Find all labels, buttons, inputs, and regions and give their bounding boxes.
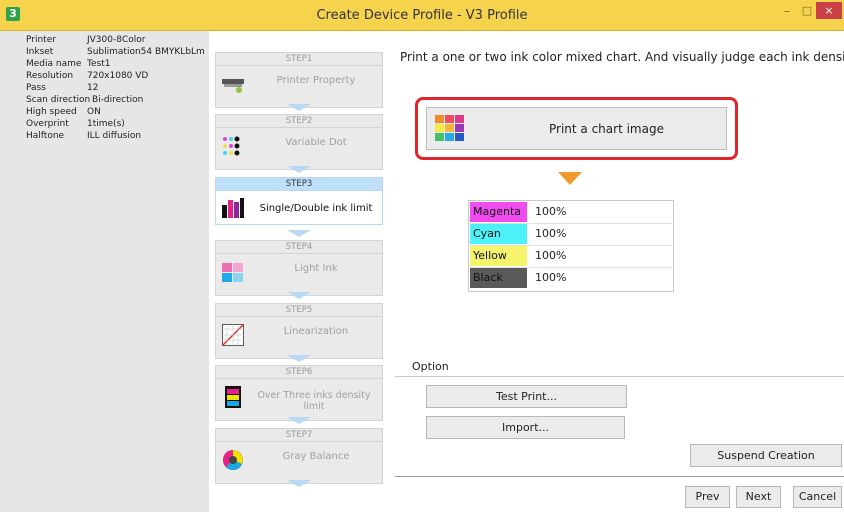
step-over-three-inks-density-limit[interactable]: STEP6 Over Three inks density limit bbox=[215, 365, 383, 421]
printer-icon bbox=[222, 79, 244, 93]
gray-balance-icon bbox=[223, 450, 243, 470]
maximize-button[interactable]: □ bbox=[798, 4, 816, 18]
info-value: 1time(s) bbox=[87, 119, 125, 129]
linearization-icon bbox=[222, 324, 244, 346]
step-label: Single/Double ink limit bbox=[259, 203, 373, 214]
ink-row-yellow: Yellow 100% bbox=[469, 245, 673, 268]
next-button[interactable]: Next bbox=[736, 486, 781, 508]
info-key: Overprint bbox=[26, 119, 69, 129]
ink-value: 100% bbox=[535, 227, 567, 240]
step-header: STEP2 bbox=[216, 115, 382, 128]
step-label: Over Three inks density limit bbox=[257, 390, 371, 412]
cancel-button[interactable]: Cancel bbox=[793, 486, 842, 508]
step-single-double-ink-limit[interactable]: STEP3 Single/Double ink limit bbox=[215, 177, 383, 225]
info-value: JV300-8Color bbox=[87, 35, 146, 45]
step-gray-balance[interactable]: STEP7 Gray Balance bbox=[215, 428, 383, 484]
option-label: Option bbox=[412, 360, 449, 373]
step-arrow-icon bbox=[287, 355, 311, 362]
ink-value: 100% bbox=[535, 271, 567, 284]
step-label: Printer Property bbox=[276, 75, 356, 86]
ink-row-cyan: Cyan 100% bbox=[469, 223, 673, 246]
option-divider bbox=[395, 376, 844, 377]
step-arrow-icon bbox=[287, 230, 311, 237]
ink-name: Black bbox=[470, 268, 527, 288]
step-header: STEP3 bbox=[216, 178, 382, 191]
print-chart-image-label: Print a chart image bbox=[549, 122, 664, 136]
info-key: Media name bbox=[26, 59, 82, 69]
step-header: STEP6 bbox=[216, 366, 382, 379]
ink-name: Yellow bbox=[470, 246, 527, 266]
info-value: 12 bbox=[87, 83, 99, 93]
ink-name: Cyan bbox=[470, 224, 527, 244]
step-header: STEP1 bbox=[216, 53, 382, 66]
test-print-button[interactable]: Test Print... bbox=[426, 385, 627, 408]
ink-row-magenta: Magenta 100% bbox=[469, 201, 673, 224]
ink-row-black: Black 100% bbox=[469, 267, 673, 289]
ink-value: 100% bbox=[535, 205, 567, 218]
window-title: Create Device Profile - V3 Profile bbox=[316, 8, 528, 23]
info-key: Resolution bbox=[26, 71, 74, 81]
info-key: Halftone bbox=[26, 131, 65, 141]
step-arrow-icon bbox=[287, 417, 311, 424]
info-value: Sublimation54 BMYKLbLm bbox=[87, 47, 205, 57]
ink-value: 100% bbox=[535, 249, 567, 262]
info-key: Inkset bbox=[26, 47, 54, 57]
step-arrow-icon bbox=[287, 480, 311, 487]
prev-button[interactable]: Prev bbox=[685, 486, 730, 508]
density-icon bbox=[225, 386, 241, 408]
dots-icon bbox=[223, 136, 240, 156]
step-header: STEP5 bbox=[216, 304, 382, 317]
info-key: High speed bbox=[26, 107, 77, 117]
info-panel: Printer JV300-8Color Inkset Sublimation5… bbox=[10, 31, 209, 512]
footer-divider bbox=[395, 476, 844, 477]
step-header: STEP7 bbox=[216, 429, 382, 442]
title-bar: 3 Create Device Profile - V3 Profile – □… bbox=[0, 0, 844, 31]
step-label: Light Ink bbox=[294, 263, 338, 274]
info-value: ON bbox=[87, 107, 101, 117]
print-chart-image-button[interactable]: Print a chart image bbox=[426, 107, 727, 150]
info-value: Test1 bbox=[87, 59, 111, 69]
step-label: Linearization bbox=[283, 326, 349, 337]
light-ink-icon bbox=[222, 263, 243, 282]
step-arrow-icon bbox=[287, 104, 311, 111]
left-edge bbox=[0, 31, 10, 512]
step-arrow-icon bbox=[287, 292, 311, 299]
color-chart-icon bbox=[435, 115, 464, 141]
step-label: Variable Dot bbox=[285, 137, 347, 148]
close-button[interactable]: × bbox=[816, 2, 842, 19]
ink-density-table: Magenta 100% Cyan 100% Yellow 100% Black… bbox=[468, 200, 674, 292]
step-variable-dot[interactable]: STEP2 Variable Dot bbox=[215, 114, 383, 170]
ink-name: Magenta bbox=[470, 202, 527, 222]
step-linearization[interactable]: STEP5 Linearization bbox=[215, 303, 383, 359]
info-value: Bi-direction bbox=[92, 95, 144, 105]
info-key: Pass bbox=[26, 83, 46, 93]
step-light-ink[interactable]: STEP4 Light Ink bbox=[215, 240, 383, 296]
instruction-text: Print a one or two ink color mixed chart… bbox=[400, 50, 844, 64]
info-value: 720x1080 VD bbox=[87, 71, 149, 81]
info-value: ILL diffusion bbox=[87, 131, 142, 141]
step-header: STEP4 bbox=[216, 241, 382, 254]
minimize-button[interactable]: – bbox=[778, 4, 796, 18]
info-key: Printer bbox=[26, 35, 56, 45]
step-printer-property[interactable]: STEP1 Printer Property bbox=[215, 52, 383, 108]
step-label: Gray Balance bbox=[282, 451, 350, 462]
import-button[interactable]: Import... bbox=[426, 416, 625, 439]
ink-bars-icon bbox=[222, 198, 244, 218]
down-arrow-icon bbox=[558, 172, 582, 185]
info-key: Scan direction bbox=[26, 95, 91, 105]
suspend-creation-button[interactable]: Suspend Creation bbox=[690, 444, 842, 467]
step-arrow-icon bbox=[287, 166, 311, 173]
